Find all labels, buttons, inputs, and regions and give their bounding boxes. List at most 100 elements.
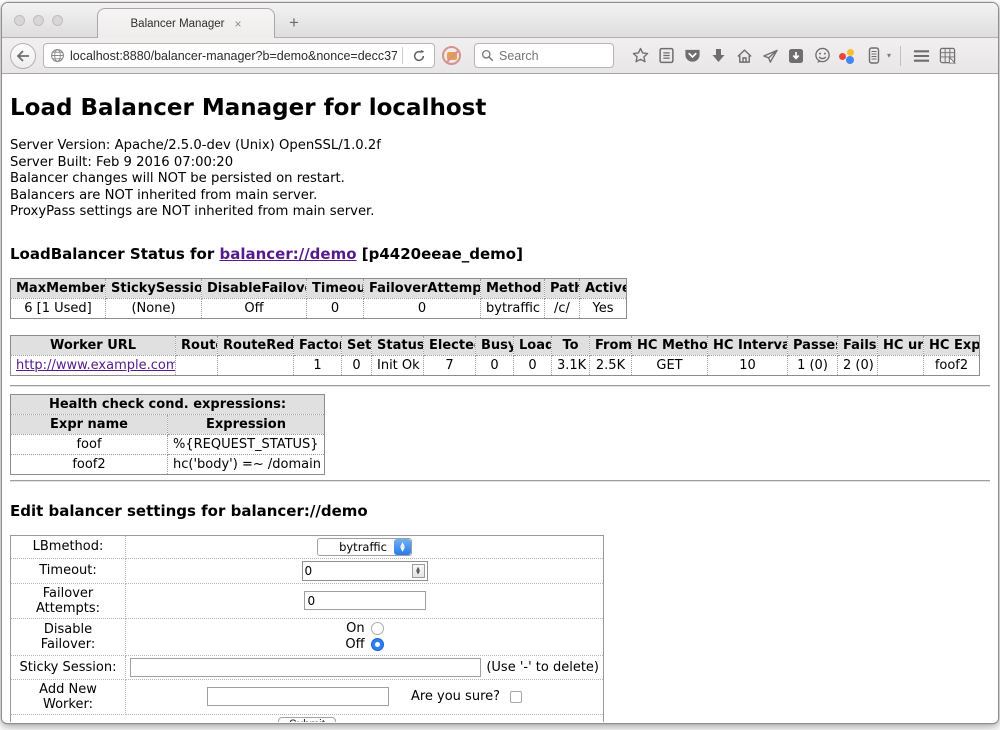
save-page-icon [788, 48, 804, 64]
send-tab-button[interactable] [759, 44, 781, 68]
health-table-title: Health check cond. expressions: [11, 394, 325, 414]
search-input[interactable] [499, 49, 607, 63]
worker-url-link[interactable]: http://www.example.com/ [16, 358, 176, 373]
home-button[interactable] [733, 44, 755, 68]
globe-icon [50, 48, 65, 63]
off-radio-label: Off [345, 637, 364, 652]
select-stepper-icon: ▲▼ [394, 539, 411, 555]
lbmethod-row: LBmethod: bytraffic ▲▼ [11, 535, 604, 558]
cell-expr-name: foof [11, 434, 168, 454]
add-worker-input[interactable] [207, 687, 389, 706]
cell-passes: 1 (0) [788, 355, 838, 375]
reload-button[interactable] [408, 44, 430, 68]
server-info: Server Version: Apache/2.5.0-dev (Unix) … [10, 138, 990, 221]
disable-failover-label: Disable Failover: [11, 618, 126, 655]
new-tab-button[interactable]: + [289, 14, 299, 31]
timeout-input[interactable] [305, 564, 412, 578]
balancer-demo-link[interactable]: balancer://demo [219, 245, 356, 263]
col-hc-interval: HC Interval [708, 335, 788, 355]
col-active: Active [580, 278, 627, 298]
toolbar-buttons: ▾ [629, 44, 958, 68]
col-busy: Busy [476, 335, 514, 355]
worker-header-row: Worker URL Route RouteRedir Factor Set S… [11, 335, 980, 355]
cell-expression: %{REQUEST_STATUS} =~ /^[234]/ [168, 434, 325, 454]
col-factor: Factor [294, 335, 342, 355]
back-button[interactable] [10, 43, 36, 69]
search-bar[interactable] [474, 43, 614, 68]
bookmark-star-button[interactable] [629, 44, 651, 68]
reload-icon [412, 49, 426, 63]
worker-table: Worker URL Route RouteRedir Factor Set S… [10, 335, 980, 376]
device-icon [868, 47, 880, 64]
balancer-status-table: MaxMembers StickySession DisableFailover… [10, 278, 627, 319]
cell-hc-uri [878, 355, 924, 375]
sticky-session-input[interactable] [130, 658, 481, 677]
cell-disablefailover: Off [202, 298, 307, 318]
section-divider [10, 385, 990, 387]
tab-close-icon[interactable]: × [234, 18, 241, 30]
tab-preview-button[interactable] [936, 44, 958, 68]
submit-button[interactable]: Submit [278, 717, 336, 722]
window-controls [14, 15, 63, 26]
col-hc-expr: HC Expr [924, 335, 980, 355]
cell-set: 0 [342, 355, 372, 375]
col-worker-url: Worker URL [11, 335, 176, 355]
device-button[interactable] [863, 44, 885, 68]
cell-path: /c/ [545, 298, 580, 318]
cell-from: 2.5K [590, 355, 632, 375]
edit-settings-heading: Edit balancer settings for balancer://de… [10, 502, 990, 520]
colored-dots-button[interactable] [837, 44, 859, 68]
col-elected: Elected [424, 335, 476, 355]
are-you-sure-checkbox[interactable] [510, 691, 522, 703]
number-spinner-icon[interactable]: ▲▼ [412, 564, 425, 578]
balancer-data-row: 6 [1 Used] (None) Off 0 0 bytraffic /c/ … [11, 298, 627, 318]
add-worker-row: Add New Worker: Are you sure? [11, 679, 604, 714]
health-row-foof2: foof2 hc('body') =~ /domain is establish… [11, 454, 325, 474]
add-worker-label: Add New Worker: [11, 679, 126, 714]
blocked-slash-glyph [443, 48, 461, 65]
pocket-icon [684, 48, 701, 64]
reading-list-button[interactable] [655, 44, 677, 68]
cell-stickysession: (None) [106, 298, 202, 318]
url-bar[interactable] [43, 43, 435, 68]
blocked-content-icon[interactable] [442, 46, 461, 65]
cell-active: Yes [580, 298, 627, 318]
search-icon [481, 49, 494, 62]
failover-attempts-input[interactable] [304, 591, 426, 610]
col-disablefailover: DisableFailover [202, 278, 307, 298]
col-path: Path [545, 278, 580, 298]
on-radio[interactable] [371, 622, 384, 635]
smiley-icon [814, 47, 831, 64]
menu-button[interactable] [910, 44, 932, 68]
status-heading-suffix: [p4420eeae_demo] [357, 245, 523, 263]
urlbar-divider [402, 47, 403, 64]
bookmark-star-icon [632, 47, 649, 64]
home-icon [736, 48, 753, 64]
col-routeredir: RouteRedir [218, 335, 294, 355]
off-radio[interactable] [371, 638, 384, 651]
pocket-button[interactable] [681, 44, 703, 68]
hamburger-menu-icon [913, 49, 930, 63]
downloads-button[interactable] [707, 44, 729, 68]
cell-maxmembers: 6 [1 Used] [11, 298, 106, 318]
cell-busy: 0 [476, 355, 514, 375]
save-page-button[interactable] [785, 44, 807, 68]
lbmethod-select[interactable]: bytraffic ▲▼ [317, 538, 412, 556]
window-zoom-button[interactable] [52, 15, 63, 26]
chat-button[interactable] [811, 44, 833, 68]
window-close-button[interactable] [14, 15, 25, 26]
cell-route [176, 355, 218, 375]
device-dropdown-caret-icon[interactable]: ▾ [887, 51, 891, 60]
timeout-row: Timeout: ▲▼ [11, 558, 604, 583]
col-fails: Fails [838, 335, 878, 355]
inherit-note-line: Balancers are NOT inherited from main se… [10, 188, 990, 205]
cell-factor: 1 [294, 355, 342, 375]
url-input[interactable] [70, 49, 397, 63]
tab-balancer-manager[interactable]: Balancer Manager × [97, 8, 275, 38]
proxypass-note-line: ProxyPass settings are NOT inherited fro… [10, 204, 990, 221]
window-minimize-button[interactable] [33, 15, 44, 26]
col-set: Set [342, 335, 372, 355]
toolbar-separator [900, 46, 901, 66]
col-route: Route [176, 335, 218, 355]
cell-elected: 7 [424, 355, 476, 375]
